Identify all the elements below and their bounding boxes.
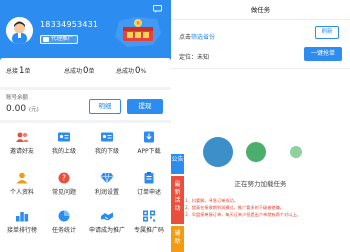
- menu-my-superior[interactable]: 我的上级: [44, 131, 84, 161]
- menu-apply-promoter[interactable]: 申请成为推广: [87, 210, 127, 240]
- balance-card: 账号余额 0.00 (元) 明细 提现: [0, 90, 171, 120]
- download-icon: [144, 131, 154, 143]
- task-page: 做任务 点击筛选省份 刷新 定位：未知 一键抢单 正在努力加载任务 1、抖要解，…: [171, 0, 350, 252]
- diamond-icon: [100, 172, 114, 184]
- ranking-icon: [16, 212, 29, 222]
- balance-label: 账号余额: [6, 95, 29, 101]
- clipboard-icon: [144, 172, 154, 184]
- function-grid: 邀请好友 我的上级 我的下级 APP下载 个人资料 ? 常见问题 利润设置 订单…: [0, 123, 171, 252]
- avatar[interactable]: [6, 17, 33, 44]
- mine-page: 18334953431 代理推广 ¥ 总接1单 总成功0单 总成功0% 账号余额…: [0, 0, 171, 252]
- menu-app-download[interactable]: APP下载: [129, 131, 169, 161]
- refresh-button[interactable]: 刷新: [315, 26, 339, 39]
- agent-tag-label: 代理推广: [51, 36, 74, 42]
- stat-success-rate: 总成功0%: [116, 66, 147, 76]
- badge-icon: [43, 37, 49, 42]
- divider: [171, 68, 350, 69]
- side-tab-assist[interactable]: 辅助: [171, 226, 184, 252]
- handshake-icon: [101, 212, 113, 221]
- user-phone: 18334953431: [40, 20, 99, 29]
- agent-promo-tag[interactable]: 代理推广: [40, 35, 79, 44]
- message-icon[interactable]: [153, 5, 162, 13]
- menu-ranking[interactable]: 接单排行榜: [2, 210, 42, 240]
- loader-dot-small: [290, 146, 302, 158]
- user-icon: [16, 172, 28, 184]
- id-card-icon: [101, 132, 113, 142]
- menu-task-stats[interactable]: 任务统计: [44, 210, 84, 240]
- filter-province-link[interactable]: 筛选省份: [191, 34, 215, 41]
- side-tab-announcement[interactable]: 公告: [171, 154, 184, 174]
- task-notes: 1、抖要解，寻急订单成功。 2、提高在接收期利润模式，推广要多的下级被使赚。 3…: [185, 197, 345, 218]
- menu-profit-settings[interactable]: 利润设置: [87, 172, 127, 202]
- withdraw-button[interactable]: 提现: [127, 99, 163, 114]
- promo-banner-icon[interactable]: ¥: [113, 15, 163, 49]
- menu-my-subordinate[interactable]: 我的下级: [87, 131, 127, 161]
- detail-button[interactable]: 明细: [89, 99, 121, 114]
- stats-bar: 总接1单 总成功0单 总成功0%: [0, 58, 171, 87]
- stat-total-success: 总成功0单: [64, 66, 95, 76]
- stat-total-accepted: 总接1单: [6, 66, 31, 76]
- qrcode-icon: [143, 210, 155, 222]
- side-tab-latest-activity[interactable]: 最新活动: [171, 176, 184, 224]
- note-line: 1、抖要解，寻急订单成功。: [185, 198, 238, 203]
- id-card-icon: [58, 132, 70, 142]
- location-label: 定位：未知: [179, 54, 210, 61]
- menu-faq[interactable]: ? 常见问题: [44, 172, 84, 202]
- loader-dot-large: [203, 137, 233, 167]
- page-title: 做任务: [171, 0, 350, 20]
- province-filter[interactable]: 点击筛选省份: [179, 32, 215, 41]
- menu-personal-info[interactable]: 个人资料: [2, 172, 42, 202]
- svg-text:?: ?: [62, 174, 66, 183]
- menu-invite-friends[interactable]: 邀请好友: [2, 131, 42, 161]
- loader-dot-medium: [246, 142, 266, 162]
- menu-order-appeal[interactable]: 订单申述: [129, 172, 169, 202]
- invite-icon: [16, 132, 29, 142]
- note-line: 2、提高在接收期利润模式，推广要多的下级被使赚。: [185, 205, 284, 210]
- loading-text: 正在努力加载任务: [234, 180, 287, 188]
- balance-value: 0.00 (元): [6, 104, 39, 114]
- grab-order-button[interactable]: 一键抢单: [304, 47, 342, 61]
- note-line: 3、早盘接单接订单，每天订单少但是出个单就有两个对以上。: [185, 212, 301, 217]
- chart-icon: [58, 210, 70, 222]
- svg-text:¥: ¥: [136, 21, 139, 27]
- menu-promo-code[interactable]: 专属推广码: [129, 210, 169, 240]
- question-icon: ?: [58, 172, 70, 184]
